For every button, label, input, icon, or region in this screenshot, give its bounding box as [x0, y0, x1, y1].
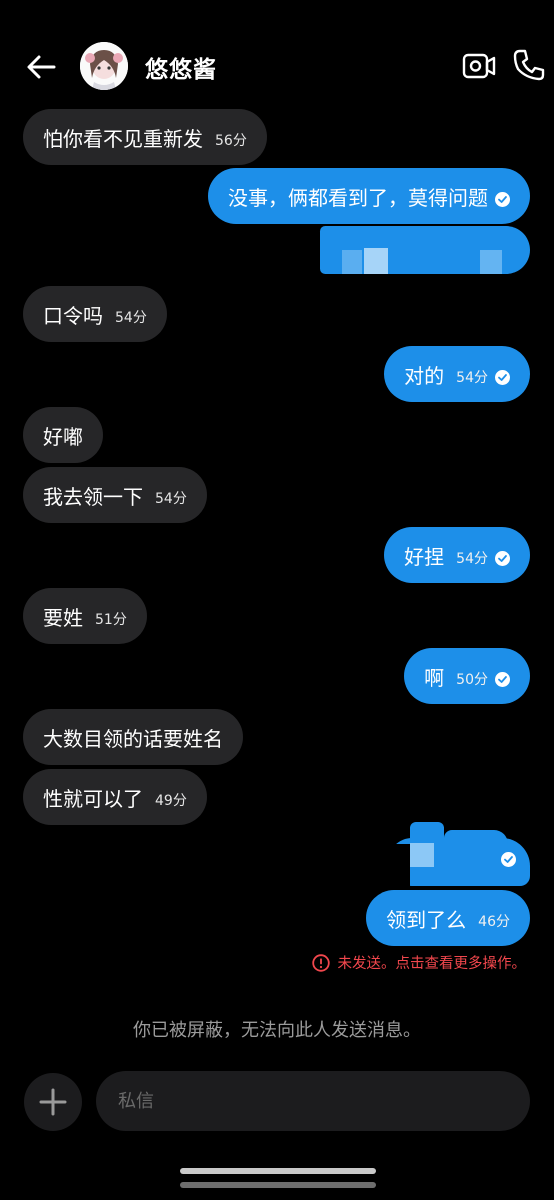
message-text: 口令吗 — [43, 303, 103, 328]
redacted-block — [388, 866, 410, 886]
message-bubble-incoming[interactable]: 我去领一下 54分 — [23, 467, 207, 523]
send-failed-notice[interactable]: 未发送。点击查看更多操作。 — [311, 952, 527, 973]
send-failed-text: 未发送。点击查看更多操作。 — [337, 956, 527, 972]
read-check-icon — [495, 369, 510, 385]
message-text: 好嘟 — [43, 424, 83, 449]
redacted-block — [342, 250, 362, 274]
redacted-block — [388, 844, 410, 866]
add-attachment-button[interactable] — [24, 1073, 82, 1131]
message-time: 51分 — [95, 612, 127, 628]
message-bubble-outgoing[interactable]: 没事，俩都看到了，莫得问题 — [208, 168, 530, 224]
message-bubble-outgoing[interactable]: 好捏 54分 — [384, 527, 530, 583]
home-indicator — [180, 1168, 376, 1174]
message-bubble-incoming[interactable]: 口令吗 54分 — [23, 286, 167, 342]
message-bubble-incoming[interactable]: 怕你看不见重新发 56分 — [23, 109, 267, 165]
redacted-block — [410, 822, 444, 844]
message-bubble-outgoing[interactable]: 对的 54分 — [384, 346, 530, 402]
message-input[interactable] — [96, 1071, 530, 1131]
voice-call-button[interactable] — [512, 48, 546, 82]
message-bubble-incoming[interactable]: 性就可以了 49分 — [23, 769, 207, 825]
read-check-icon — [495, 671, 510, 687]
message-time: 49分 — [155, 793, 187, 809]
read-check-icon — [495, 550, 510, 566]
message-time: 54分 — [456, 370, 488, 386]
chat-header: 悠悠酱 — [0, 0, 554, 110]
redacted-block — [364, 248, 388, 274]
message-text: 要姓 — [43, 605, 83, 630]
message-text: 领到了么 — [386, 907, 467, 932]
avatar-image — [80, 42, 128, 90]
redacted-block — [410, 843, 434, 867]
back-button[interactable] — [24, 50, 58, 84]
read-check-icon — [501, 852, 516, 867]
arrow-left-icon — [27, 55, 56, 79]
home-indicator-shadow — [180, 1182, 376, 1188]
message-text: 怕你看不见重新发 — [43, 126, 203, 151]
message-bubble-incoming[interactable]: 好嘟 — [23, 407, 103, 463]
message-text: 大数目领的话要姓名 — [43, 726, 223, 751]
read-check-icon — [495, 191, 510, 207]
message-time: 54分 — [115, 310, 147, 326]
message-text: 啊 — [424, 665, 445, 690]
message-time: 46分 — [478, 914, 510, 930]
message-bubble-outgoing-failed[interactable]: 领到了么 46分 — [366, 890, 530, 946]
message-time: 54分 — [155, 491, 187, 507]
message-time: 54分 — [456, 551, 488, 567]
message-bubble-incoming[interactable]: 要姓 51分 — [23, 588, 147, 644]
alert-circle-icon — [311, 953, 330, 972]
plus-icon — [39, 1088, 67, 1116]
message-time: 56分 — [215, 133, 247, 149]
contact-name[interactable]: 悠悠酱 — [145, 50, 217, 84]
message-text: 没事，俩都看到了，莫得问题 — [228, 185, 488, 210]
message-time: 50分 — [456, 672, 488, 688]
redacted-block — [444, 830, 508, 844]
message-text: 对的 — [404, 363, 445, 388]
avatar[interactable] — [80, 42, 128, 90]
message-bubble-incoming[interactable]: 大数目领的话要姓名 — [23, 709, 243, 765]
video-camera-icon — [462, 53, 496, 79]
redacted-block — [480, 250, 502, 274]
message-bubble-outgoing[interactable]: 啊 50分 — [404, 648, 530, 704]
message-text: 我去领一下 — [43, 484, 143, 509]
message-text: 性就可以了 — [43, 786, 143, 811]
video-call-button[interactable] — [462, 50, 496, 82]
phone-icon — [513, 49, 545, 81]
message-text: 好捏 — [404, 544, 445, 569]
blocked-notice: 你已被屏蔽，无法向此人发送消息。 — [133, 1020, 421, 1041]
